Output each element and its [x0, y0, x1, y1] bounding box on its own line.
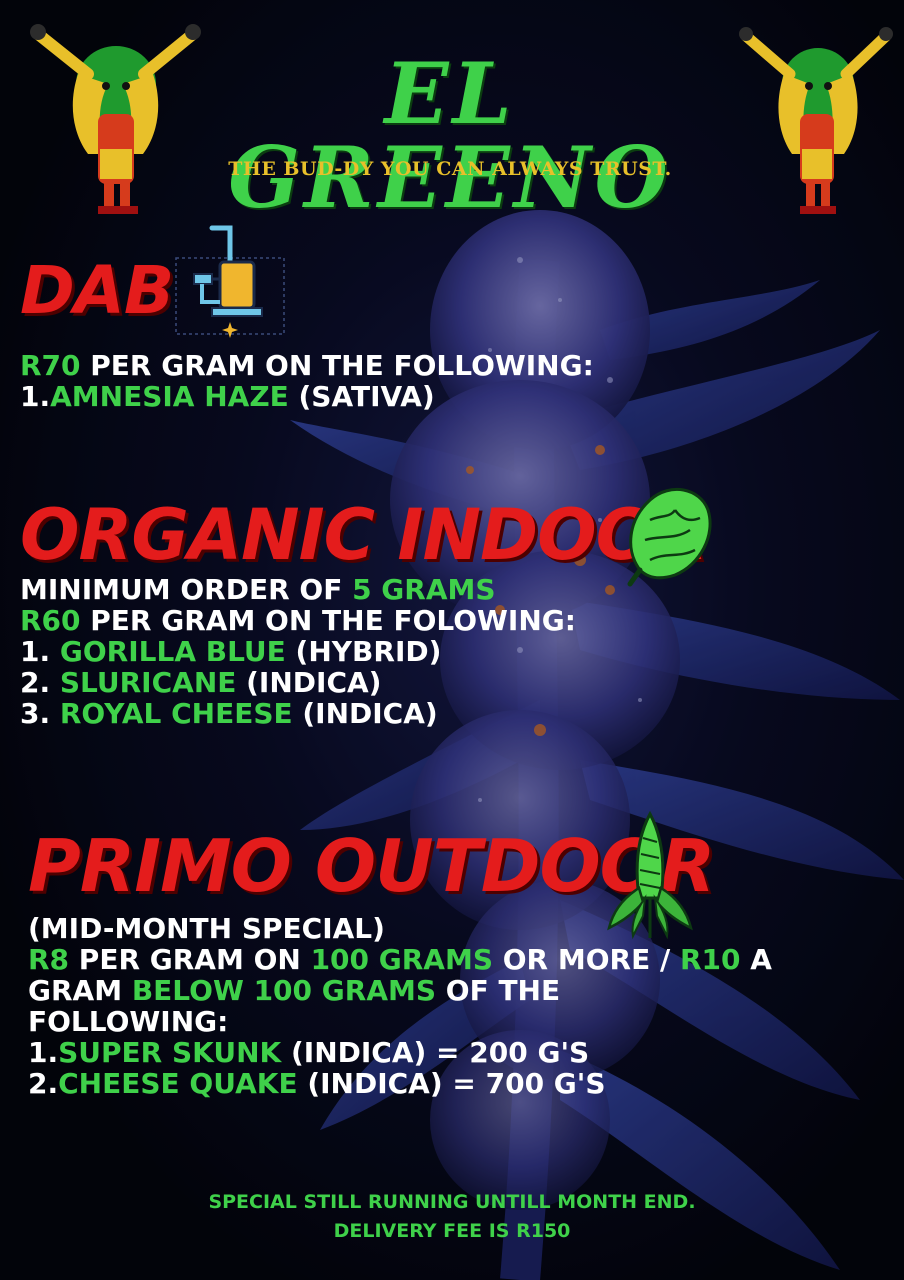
highlight-text: R60 [20, 604, 81, 637]
menu-text: MINIMUM ORDER OF [20, 573, 353, 606]
highlight-text: R8 [28, 943, 70, 976]
highlight-text: GORILLA BLUE [59, 635, 286, 668]
highlight-text: CHEESE QUAKE [58, 1067, 298, 1100]
menu-line: 1. GORILLA BLUE (HYBRID) [20, 636, 576, 667]
menu-line: 1.AMNESIA HAZE (SATIVA) [20, 381, 594, 412]
highlight-text: R10 [679, 943, 741, 976]
menu-line: GRAM BELOW 100 GRAMS OF THE [28, 975, 772, 1006]
highlight-text: BELOW 100 GRAMS [131, 974, 437, 1007]
highlight-text: 100 GRAMS [310, 943, 493, 976]
highlight-text: ROYAL CHEESE [59, 697, 293, 730]
menu-text: (SATIVA) [288, 380, 435, 413]
menu-line: MINIMUM ORDER OF 5 GRAMS [20, 574, 576, 605]
menu-text: A [740, 943, 772, 976]
rasta-mascot-icon-right [739, 27, 893, 214]
menu-text: (INDICA) [292, 697, 438, 730]
delivery-fee: DELIVERY FEE IS R150 [333, 1220, 571, 1242]
menu-text: OR MORE / [493, 943, 680, 976]
menu-line: 3. ROYAL CHEESE (INDICA) [20, 698, 576, 729]
menu-line: R70 PER GRAM ON THE FOLLOWING: [20, 350, 594, 381]
menu-line: 2. SLURICANE (INDICA) [20, 667, 576, 698]
menu-text: (INDICA) [236, 666, 382, 699]
menu-text: GRAM [28, 974, 132, 1007]
menu-text: 2. [20, 666, 60, 699]
organic-indoor-details: MINIMUM ORDER OF 5 GRAMS R60 PER GRAM ON … [20, 574, 576, 729]
dab-details: R70 PER GRAM ON THE FOLLOWING: 1.AMNESIA … [20, 350, 594, 412]
menu-text: 3. [20, 697, 60, 730]
menu-text: (INDICA) = 700 G'S [297, 1067, 606, 1100]
menu-text: PER GRAM ON THE FOLOWING: [80, 604, 576, 637]
menu-text: (INDICA) = 200 G'S [281, 1036, 590, 1069]
menu-text: 1. [28, 1036, 59, 1069]
menu-line: 1.SUPER SKUNK (INDICA) = 200 G'S [28, 1037, 772, 1068]
highlight-text: R70 [20, 349, 81, 382]
menu-text: 1. [20, 635, 60, 668]
menu-line: FOLLOWING: [28, 1006, 772, 1037]
dab-heading: DAB [20, 252, 174, 329]
cannabis-bud-icon [627, 488, 712, 587]
brand-tagline: THE BUD-DY YOU CAN ALWAYS TRUST. [228, 158, 672, 180]
menu-text: PER GRAM ON [69, 943, 311, 976]
menu-line: R8 PER GRAM ON 100 GRAMS OR MORE / R10 A [28, 944, 772, 975]
highlight-text: SUPER SKUNK [58, 1036, 282, 1069]
dab-rig-icon [175, 225, 285, 338]
highlight-text: SLURICANE [59, 666, 237, 699]
brand-title: EL GREENO [228, 44, 672, 227]
footer-notice: SPECIAL STILL RUNNING UNTILL MONTH END. … [0, 1188, 904, 1246]
menu-text: 1. [20, 380, 51, 413]
organic-indoor-heading: ORGANIC INDOOR [20, 494, 708, 576]
primo-outdoor-details: (MID-MONTH SPECIAL) R8 PER GRAM ON 100 GR… [28, 913, 772, 1099]
menu-line: (MID-MONTH SPECIAL) [28, 913, 772, 944]
menu-text: (MID-MONTH SPECIAL) [28, 912, 385, 945]
menu-text: OF THE [436, 974, 561, 1007]
menu-line: 2.CHEESE QUAKE (INDICA) = 700 G'S [28, 1068, 772, 1099]
menu-text: (HYBRID) [285, 635, 442, 668]
menu-text: 2. [28, 1067, 59, 1100]
highlight-text: AMNESIA HAZE [50, 380, 289, 413]
special-notice: SPECIAL STILL RUNNING UNTILL MONTH END. [208, 1191, 696, 1213]
menu-line: R60 PER GRAM ON THE FOLOWING: [20, 605, 576, 636]
menu-text: FOLLOWING: [28, 1005, 229, 1038]
highlight-text: 5 GRAMS [352, 573, 496, 606]
menu-text: PER GRAM ON THE FOLLOWING: [80, 349, 594, 382]
